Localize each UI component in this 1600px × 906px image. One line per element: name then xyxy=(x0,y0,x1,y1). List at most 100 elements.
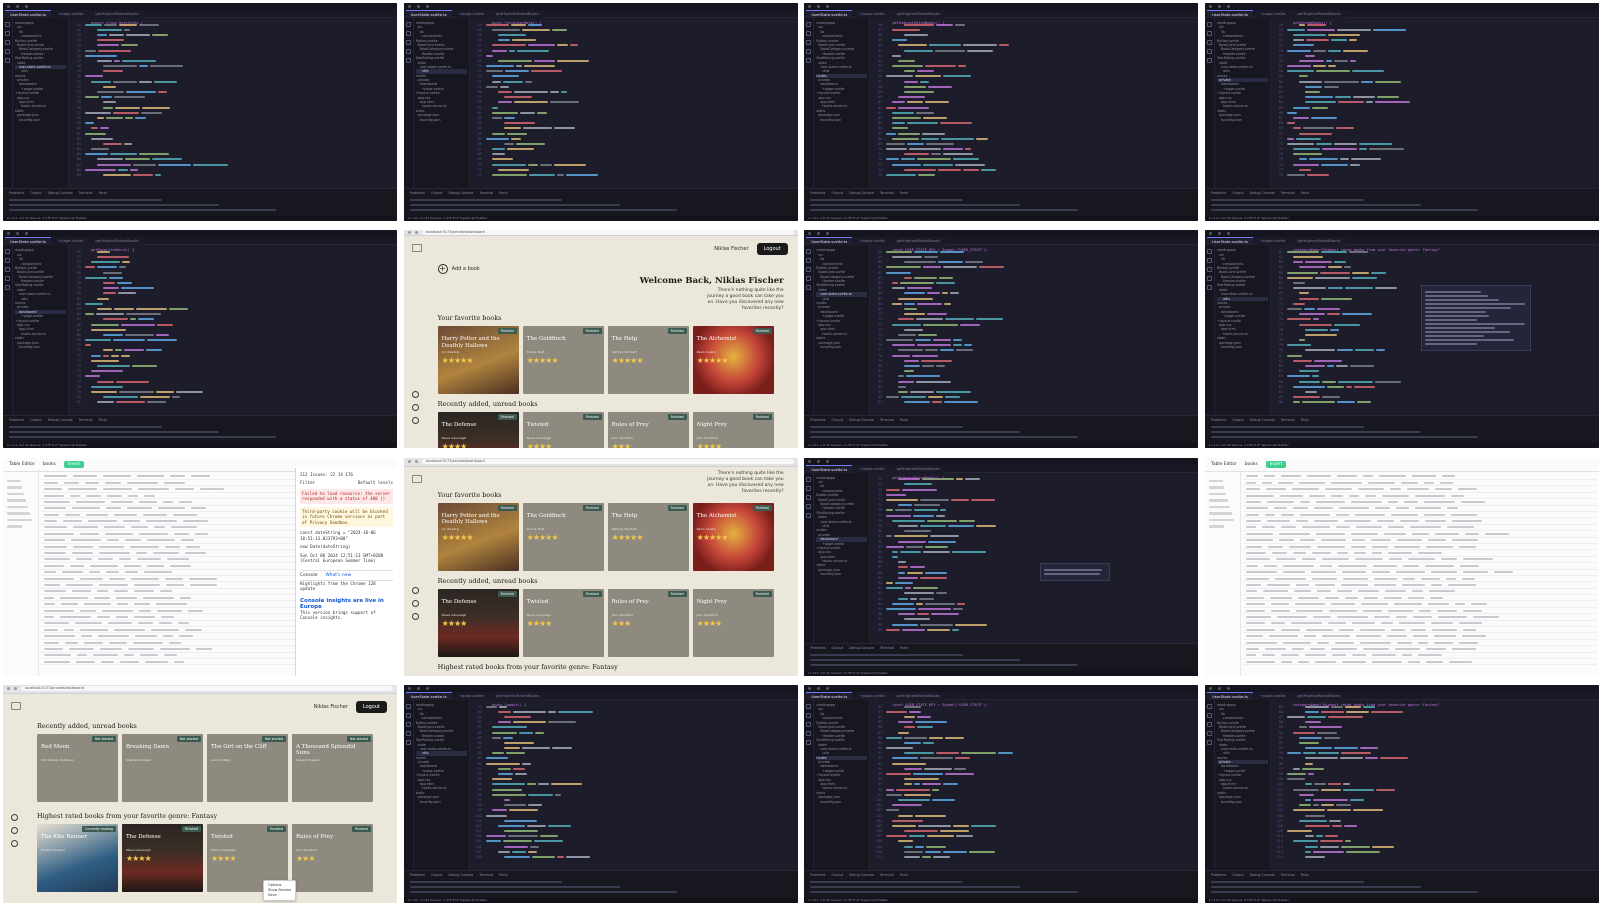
back-icon[interactable] xyxy=(7,687,10,691)
editor-tab[interactable]: getHighestRatedBooks xyxy=(1292,10,1346,18)
window-control-icon[interactable] xyxy=(1218,686,1221,690)
extensions-icon[interactable] xyxy=(1207,58,1212,63)
panel-tab[interactable]: Problems xyxy=(810,873,825,878)
source-control-icon[interactable] xyxy=(405,40,411,45)
panel-tab[interactable]: Problems xyxy=(1211,191,1226,196)
panel-tab[interactable]: Ports xyxy=(900,646,908,651)
table-row[interactable] xyxy=(1243,659,1597,666)
book-card[interactable]: Finished Twisted Steve Cavanagh ★★★★ xyxy=(522,588,604,657)
panel-tab[interactable]: Terminal xyxy=(880,191,894,196)
panel-tab[interactable]: Debug Console xyxy=(48,191,73,196)
editor-tab[interactable]: +page.svelte xyxy=(854,464,890,473)
file-tree-item[interactable]: tsconfig.json xyxy=(816,572,867,576)
window-control-icon[interactable] xyxy=(1227,232,1230,236)
panel-tab[interactable]: Output xyxy=(30,418,41,423)
window-control-icon[interactable] xyxy=(817,459,821,463)
search-icon[interactable] xyxy=(1207,31,1212,36)
panel-tab[interactable]: Output xyxy=(832,873,843,878)
panel-tab[interactable]: Terminal xyxy=(880,873,894,878)
settings-icon[interactable] xyxy=(411,417,419,425)
panel-tab[interactable]: Output xyxy=(431,191,442,196)
panel-tab[interactable]: Ports xyxy=(1301,873,1309,878)
panel-tab[interactable]: Problems xyxy=(810,191,825,196)
book-card[interactable]: Finished The Defense Steve Cavanagh ★★★★ xyxy=(437,412,519,449)
window-control-icon[interactable] xyxy=(826,686,830,690)
app-logo-icon[interactable] xyxy=(411,474,422,483)
editor-tab-active[interactable]: UserState.svelte.ts xyxy=(806,464,853,473)
editor-tab-active[interactable]: UserState.svelte.ts xyxy=(5,10,52,18)
panel-tab[interactable]: Debug Console xyxy=(849,646,874,651)
source-control-icon[interactable] xyxy=(806,267,812,273)
panel-tab[interactable]: Terminal xyxy=(479,191,493,196)
debug-icon[interactable] xyxy=(806,49,812,54)
panel-tab[interactable]: Ports xyxy=(99,418,107,423)
source-control-icon[interactable] xyxy=(405,721,411,727)
window-control-icon[interactable] xyxy=(25,5,28,8)
panel-tab[interactable]: Ports xyxy=(900,418,908,423)
files-icon[interactable] xyxy=(806,22,812,27)
files-icon[interactable] xyxy=(806,249,812,255)
debug-icon[interactable] xyxy=(806,276,812,282)
file-tree-item[interactable]: tsconfig.json xyxy=(1217,345,1268,349)
search-icon[interactable] xyxy=(806,712,812,718)
search-icon[interactable] xyxy=(806,258,812,264)
panel-tab[interactable]: Terminal xyxy=(479,873,493,878)
window-control-icon[interactable] xyxy=(1227,5,1230,8)
book-card[interactable]: Finished Night Prey John Sandford ★★★★ xyxy=(692,412,774,449)
window-control-icon[interactable] xyxy=(25,232,28,236)
book-card[interactable]: Finished Twisted Steve Cavanagh ★★★★ xyxy=(522,412,604,449)
panel-tab[interactable]: Output xyxy=(30,191,41,196)
debug-icon[interactable] xyxy=(806,503,812,509)
panel-tab[interactable]: Problems xyxy=(9,191,24,196)
app-logo-icon[interactable] xyxy=(11,701,21,710)
panel-tab[interactable]: Debug Console xyxy=(1250,191,1275,196)
book-icon[interactable] xyxy=(11,826,18,834)
address-bar[interactable]: localhost:5173/private/dashboard xyxy=(21,686,393,692)
extensions-icon[interactable] xyxy=(806,285,812,291)
file-tree-item[interactable]: tsconfig.json xyxy=(1217,800,1268,804)
book-card[interactable]: Currently reading The Kite Runner Khaled H… xyxy=(37,823,118,892)
window-control-icon[interactable] xyxy=(808,459,812,463)
settings-icon[interactable] xyxy=(11,839,18,847)
window-control-icon[interactable] xyxy=(7,5,10,8)
library-icon[interactable] xyxy=(11,813,18,821)
files-icon[interactable] xyxy=(806,703,812,709)
editor-tab-active[interactable]: UserState.svelte.ts xyxy=(1207,691,1254,700)
panel-tab[interactable]: Problems xyxy=(9,418,24,423)
editor-tab-active[interactable]: UserState.svelte.ts xyxy=(806,237,853,246)
panel-tab[interactable]: Ports xyxy=(900,191,908,196)
issues-counter[interactable]: 212 Issues: 22 14 176 xyxy=(300,472,393,478)
editor-tab[interactable]: +page.svelte xyxy=(453,691,489,700)
extensions-icon[interactable] xyxy=(1207,285,1212,291)
editor-tab[interactable]: getHighestRatedBooks xyxy=(1292,237,1346,246)
window-control-icon[interactable] xyxy=(1218,232,1221,236)
editor-tab[interactable]: getHighestRatedBooks xyxy=(90,10,144,18)
extensions-icon[interactable] xyxy=(405,58,411,63)
panel-tab[interactable]: Ports xyxy=(99,191,107,196)
files-icon[interactable] xyxy=(5,249,10,255)
window-control-icon[interactable] xyxy=(416,5,420,8)
book-card[interactable]: Finished Night Prey John Sandford ★★★★ xyxy=(692,588,774,657)
panel-tab[interactable]: Debug Console xyxy=(448,873,473,878)
editor-tab[interactable]: getHighestRatedBooks xyxy=(891,10,945,18)
files-icon[interactable] xyxy=(806,476,812,482)
search-icon[interactable] xyxy=(5,31,10,36)
extensions-icon[interactable] xyxy=(5,58,10,63)
code-area[interactable]: 82 83 84 85 86 87 88 89 90 91 92 93 94 95 96 97 98 99 100 1… xyxy=(870,700,1198,870)
book-card[interactable]: Finished Rules of Prey John Sandford ★★★ xyxy=(292,823,373,892)
editor-tab-active[interactable]: UserState.svelte.ts xyxy=(405,691,452,700)
window-control-icon[interactable] xyxy=(7,232,10,236)
file-tree-item[interactable]: tsconfig.json xyxy=(15,118,66,122)
panel-tab[interactable]: Problems xyxy=(810,418,825,423)
editor-tab[interactable]: getHighestRatedBooks xyxy=(491,10,545,18)
source-control-icon[interactable] xyxy=(1207,721,1212,727)
window-control-icon[interactable] xyxy=(826,459,830,463)
console-tab[interactable]: Console xyxy=(300,573,317,578)
code-area[interactable]: 46 47 48 49 50 51 52 53 54 55 56 57 58 59 60 61 62 63 64 65… xyxy=(870,18,1198,188)
book-card[interactable]: Finished Rules of Prey John Sandford ★★★ xyxy=(607,412,689,449)
search-icon[interactable] xyxy=(806,485,812,491)
files-icon[interactable] xyxy=(1207,249,1212,255)
window-control-icon[interactable] xyxy=(407,5,411,8)
back-icon[interactable] xyxy=(407,460,411,464)
add-book-button[interactable]: + Add a book xyxy=(437,264,788,275)
